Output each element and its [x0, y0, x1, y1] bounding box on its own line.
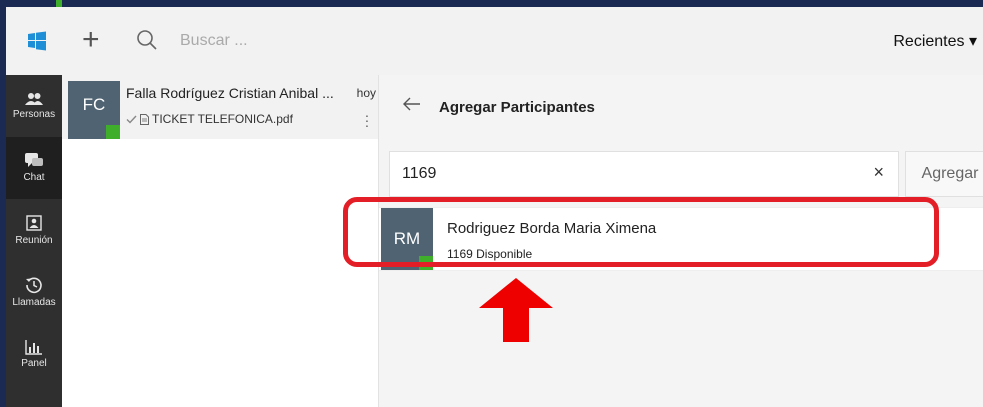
add-button[interactable]: Agregar — [905, 151, 983, 197]
conversation-time: hoy — [356, 86, 376, 100]
sidebar-item-label: Llamadas — [12, 297, 56, 308]
sidebar-item-label: Personas — [12, 109, 56, 120]
attachment-name: TICKET TELEFONICA.pdf — [152, 112, 293, 126]
sidebar-item-label: Panel — [21, 358, 47, 369]
windows-logo-icon[interactable] — [6, 7, 68, 75]
search-icon[interactable] — [136, 29, 158, 56]
highlight-box — [343, 197, 939, 267]
history-icon — [26, 277, 42, 294]
document-icon — [140, 113, 149, 125]
checkmark-icon — [126, 115, 137, 124]
sidebar-item-llamadas[interactable]: Llamadas — [6, 261, 62, 323]
sidebar-item-panel[interactable]: Panel — [6, 323, 62, 385]
chart-icon — [25, 340, 42, 355]
presence-status-icon — [106, 125, 120, 139]
up-arrow-icon — [479, 278, 553, 347]
back-arrow-icon[interactable] — [403, 97, 421, 116]
sidebar: Personas Chat Reunión Llamadas Panel — [6, 75, 62, 407]
chat-icon — [25, 153, 43, 167]
participant-search-input[interactable] — [400, 164, 824, 184]
conversation-item[interactable]: FC Falla Rodríguez Cristian Anibal ... h… — [62, 75, 378, 139]
clear-icon[interactable]: × — [873, 162, 884, 183]
meeting-icon — [26, 215, 42, 231]
sidebar-item-reunion[interactable]: Reunión — [6, 199, 62, 261]
more-options-icon[interactable]: · · · — [364, 108, 370, 132]
avatar: FC — [68, 81, 120, 139]
conversation-list: FC Falla Rodríguez Cristian Anibal ... h… — [62, 75, 379, 407]
sidebar-item-label: Chat — [23, 172, 45, 183]
top-bar: + Recientes ▾ — [6, 7, 983, 76]
page-title: Agregar Participantes — [439, 99, 595, 116]
search-input[interactable] — [178, 31, 482, 51]
conversation-last-message: TICKET TELEFONICA.pdf — [126, 112, 293, 126]
conversation-name: Falla Rodríguez Cristian Anibal ... — [126, 85, 334, 101]
top-accent-strip — [56, 0, 62, 7]
participant-search-field: × — [389, 151, 899, 197]
add-icon[interactable]: + — [82, 25, 100, 55]
recents-dropdown[interactable]: Recientes ▾ — [893, 31, 977, 51]
avatar-initials: FC — [82, 95, 106, 114]
sidebar-item-chat[interactable]: Chat — [6, 137, 62, 199]
sidebar-item-personas[interactable]: Personas — [6, 75, 62, 137]
sidebar-item-label: Reunión — [15, 235, 53, 246]
people-icon — [25, 93, 43, 105]
